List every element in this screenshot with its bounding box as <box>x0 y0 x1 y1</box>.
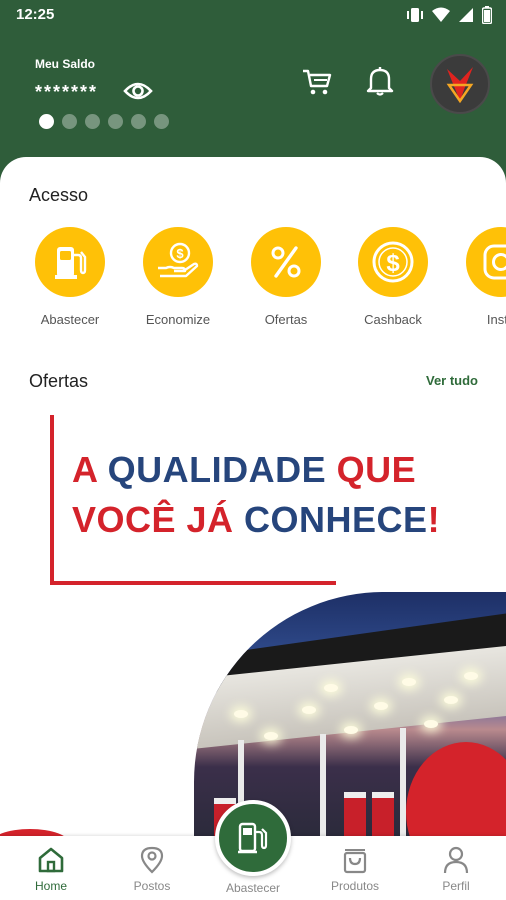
signal-icon <box>459 8 473 22</box>
wifi-icon <box>432 7 450 22</box>
brand-logo-icon <box>446 67 474 103</box>
headline-word: CONHECE <box>244 499 428 540</box>
acesso-title: Acesso <box>29 185 89 205</box>
abastecer-fab[interactable] <box>215 800 291 876</box>
nav-home[interactable]: Home <box>11 846 91 893</box>
banner-frame-line <box>50 581 336 585</box>
headline-word: A <box>72 449 108 490</box>
carousel-dot[interactable] <box>154 114 169 129</box>
shortcut-abastecer[interactable]: Abastecer <box>20 227 120 327</box>
headline-line-2: VOCÊ JÁ CONHECE! <box>72 495 440 545</box>
carousel-dots <box>39 114 169 129</box>
status-bar: 12:25 <box>0 0 506 30</box>
shortcut-label: Insta <box>486 312 506 327</box>
location-pin-icon <box>140 846 164 874</box>
bell-icon[interactable] <box>366 66 394 101</box>
shortcut-label: Economize <box>145 312 211 327</box>
nav-label: Home <box>34 879 67 893</box>
dollar-coin-icon: $ <box>358 227 428 297</box>
nav-perfil[interactable]: Perfil <box>416 846 496 893</box>
shopping-bag-icon <box>343 849 367 874</box>
toggle-balance-visibility-icon[interactable] <box>123 80 153 107</box>
offer-banner[interactable]: A QUALIDADE QUE VOCÊ JÁ CONHECE! <box>0 409 506 839</box>
percent-icon <box>251 227 321 297</box>
instagram-icon <box>466 227 506 297</box>
ofertas-title: Ofertas <box>29 371 89 391</box>
carousel-dot[interactable] <box>39 114 54 129</box>
content-sheet: Acesso Abastecer $ Economize Ofertas $ C… <box>0 157 506 900</box>
user-icon <box>443 846 469 874</box>
nav-label: Produtos <box>330 879 380 893</box>
balance-label: Meu Saldo <box>35 57 96 71</box>
nav-label: Postos <box>133 879 171 893</box>
home-icon <box>38 847 64 873</box>
shortcut-instagram[interactable]: Insta <box>451 227 506 327</box>
headline-word: VOCÊ JÁ <box>72 499 245 540</box>
svg-text:$: $ <box>386 250 400 277</box>
shortcut-row: Abastecer $ Economize Ofertas $ Cashback… <box>0 227 506 337</box>
status-time: 12:25 <box>16 6 55 23</box>
carousel-dot[interactable] <box>131 114 146 129</box>
shortcut-cashback[interactable]: $ Cashback <box>343 227 443 327</box>
svg-text:$: $ <box>176 246 184 261</box>
nav-postos[interactable]: Postos <box>112 846 192 893</box>
nav-produtos[interactable]: Produtos <box>315 846 395 893</box>
avatar[interactable] <box>430 54 490 114</box>
shortcut-label: Cashback <box>364 312 422 327</box>
status-icons <box>406 6 492 24</box>
nav-label: Perfil <box>442 879 470 893</box>
see-all-link[interactable]: Ver tudo <box>426 373 478 388</box>
balance-value: ******* <box>35 82 99 102</box>
shortcut-label: Abastecer <box>40 312 100 327</box>
carousel-dot[interactable] <box>85 114 100 129</box>
headline-word: QUE <box>336 449 417 490</box>
banner-headline: A QUALIDADE QUE VOCÊ JÁ CONHECE! <box>72 445 440 545</box>
abastecer-fab-label: Abastecer <box>225 881 281 895</box>
shortcut-economize[interactable]: $ Economize <box>128 227 228 327</box>
money-hand-icon: $ <box>143 227 213 297</box>
shortcut-ofertas[interactable]: Ofertas <box>236 227 336 327</box>
headline-word: ! <box>427 499 441 540</box>
vibrate-icon <box>407 8 423 22</box>
shortcut-label: Ofertas <box>264 312 308 327</box>
fuel-pump-icon <box>238 822 268 854</box>
cart-icon[interactable] <box>302 68 332 101</box>
carousel-dot[interactable] <box>108 114 123 129</box>
battery-icon <box>482 6 492 24</box>
headline-line-1: A QUALIDADE QUE <box>72 445 440 495</box>
banner-frame-line <box>50 415 54 585</box>
fuel-pump-icon <box>35 227 105 297</box>
headline-word: QUALIDADE <box>107 449 337 490</box>
header: Meu Saldo ******* <box>0 30 506 170</box>
carousel-dot[interactable] <box>62 114 77 129</box>
